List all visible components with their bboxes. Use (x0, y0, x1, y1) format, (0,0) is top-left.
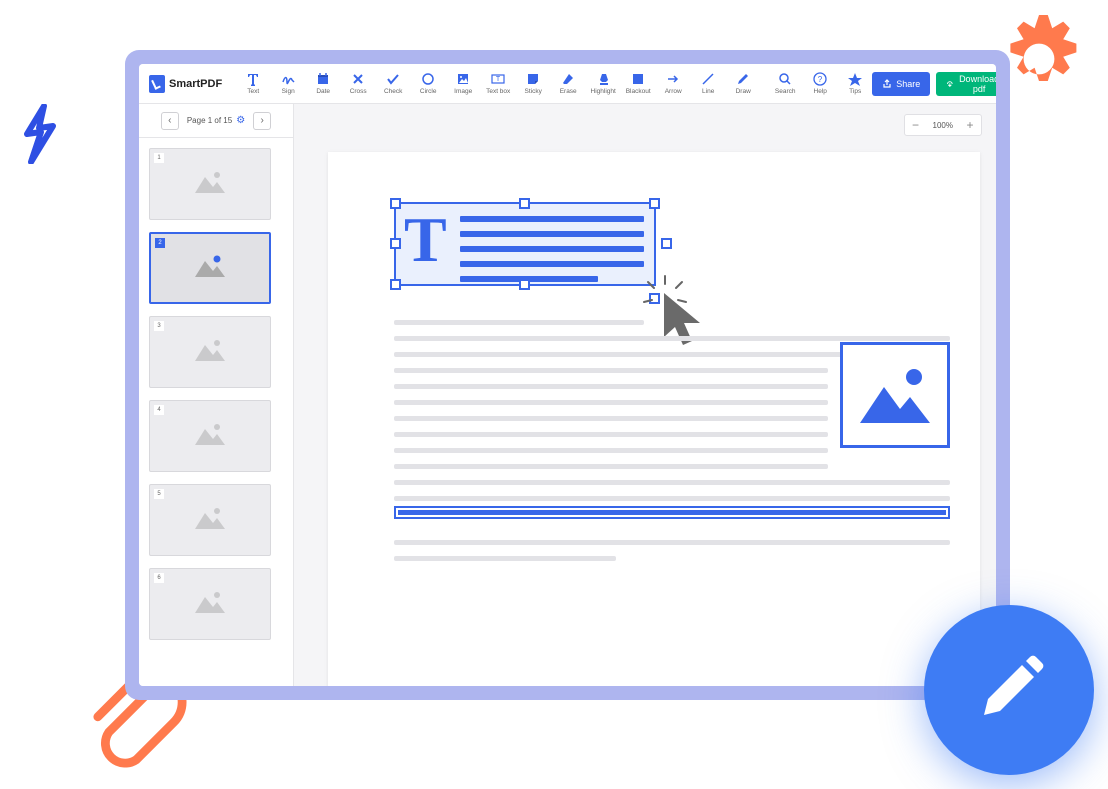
date-icon (316, 72, 330, 86)
tool-line[interactable]: Line (691, 67, 725, 101)
tool-search[interactable]: Search (768, 67, 802, 101)
page-indicator: Page 1 of 15 ⚙ (187, 115, 245, 126)
pencil-icon (974, 655, 1044, 725)
resize-handle[interactable] (519, 279, 530, 290)
sticky-icon (526, 72, 540, 86)
app-name: SmartPDF (169, 78, 222, 90)
thumbnail-page-3[interactable]: 3 (149, 316, 271, 388)
help-icon: ? (813, 72, 827, 86)
textbox-icon: T (491, 72, 505, 86)
image-icon (193, 253, 227, 284)
tool-circle[interactable]: Circle (411, 67, 445, 101)
resize-handle[interactable] (390, 279, 401, 290)
tool-image[interactable]: Image (446, 67, 480, 101)
line-icon (701, 72, 715, 86)
cross-icon (351, 72, 365, 86)
tool-help[interactable]: ?Help (803, 67, 837, 101)
blackout-icon (631, 72, 645, 86)
image-icon (193, 337, 227, 368)
erase-icon (561, 72, 575, 86)
svg-text:?: ? (818, 75, 823, 84)
toolbar: SmartPDF TextSignDateCrossCheckCircleIma… (139, 64, 996, 104)
tips-icon (848, 72, 862, 86)
highlight-icon (596, 72, 610, 86)
circle-icon (421, 72, 435, 86)
resize-handle[interactable] (649, 198, 660, 209)
draw-icon (736, 72, 750, 86)
zoom-in-button[interactable]: + (959, 115, 981, 135)
zoom-value: 100% (927, 121, 959, 130)
next-page-button[interactable]: › (253, 112, 271, 130)
tool-check[interactable]: Check (376, 67, 410, 101)
thumbnail-list: 1 2 3 4 5 6 (139, 138, 293, 686)
tool-arrow[interactable]: Arrow (656, 67, 690, 101)
page-settings-icon[interactable]: ⚙ (236, 115, 245, 126)
image-icon (193, 589, 227, 620)
lightning-decoration-icon (18, 104, 60, 164)
resize-handle[interactable] (519, 198, 530, 209)
thumbnail-page-4[interactable]: 4 (149, 400, 271, 472)
thumbnail-page-5[interactable]: 5 (149, 484, 271, 556)
tool-blackout[interactable]: Blackout (621, 67, 655, 101)
tool-cross[interactable]: Cross (341, 67, 375, 101)
arrow-icon (666, 72, 680, 86)
image-icon (193, 169, 227, 200)
tool-erase[interactable]: Erase (551, 67, 585, 101)
download-button[interactable]: Download pdf (936, 72, 996, 96)
tool-highlight[interactable]: Highlight (586, 67, 620, 101)
resize-handle[interactable] (390, 238, 401, 249)
image-placeholder[interactable] (840, 342, 950, 448)
resize-handle[interactable] (390, 198, 401, 209)
svg-text:T: T (496, 76, 501, 83)
logo-icon (149, 75, 165, 93)
thumbnail-page-1[interactable]: 1 (149, 148, 271, 220)
edit-fab-button[interactable] (924, 605, 1094, 775)
tool-tips[interactable]: Tips (838, 67, 872, 101)
text-t-icon: T (404, 208, 447, 272)
thumbnail-page-2[interactable]: 2 (149, 232, 271, 304)
image-icon (852, 359, 938, 431)
canvas: − 100% + T (294, 104, 996, 686)
prev-page-button[interactable]: ‹ (161, 112, 179, 130)
text-icon (246, 72, 260, 86)
share-button[interactable]: Share (872, 72, 930, 96)
resize-handle[interactable] (661, 238, 672, 249)
resize-handle[interactable] (649, 293, 660, 304)
tool-date[interactable]: Date (306, 67, 340, 101)
app-window: SmartPDF TextSignDateCrossCheckCircleIma… (125, 50, 1010, 700)
tool-text[interactable]: Text (236, 67, 270, 101)
image-icon (193, 421, 227, 452)
share-icon (882, 79, 892, 89)
tool-textbox[interactable]: TText box (481, 67, 515, 101)
zoom-control: − 100% + (904, 114, 982, 136)
selected-text-block[interactable]: T (394, 202, 656, 286)
tool-draw[interactable]: Draw (726, 67, 760, 101)
download-icon (946, 79, 954, 89)
sidebar: ‹ Page 1 of 15 ⚙ › 1 2 3 4 5 6 (139, 104, 294, 686)
tool-sticky[interactable]: Sticky (516, 67, 550, 101)
sidebar-header: ‹ Page 1 of 15 ⚙ › (139, 104, 293, 138)
sign-icon (281, 72, 295, 86)
check-icon (386, 72, 400, 86)
image-icon (456, 72, 470, 86)
zoom-out-button[interactable]: − (905, 115, 927, 135)
search-icon (778, 72, 792, 86)
image-icon (193, 505, 227, 536)
selected-line[interactable] (394, 506, 950, 519)
thumbnail-page-6[interactable]: 6 (149, 568, 271, 640)
tool-sign[interactable]: Sign (271, 67, 305, 101)
app-logo: SmartPDF (149, 75, 222, 93)
document-page[interactable]: T (328, 152, 980, 686)
